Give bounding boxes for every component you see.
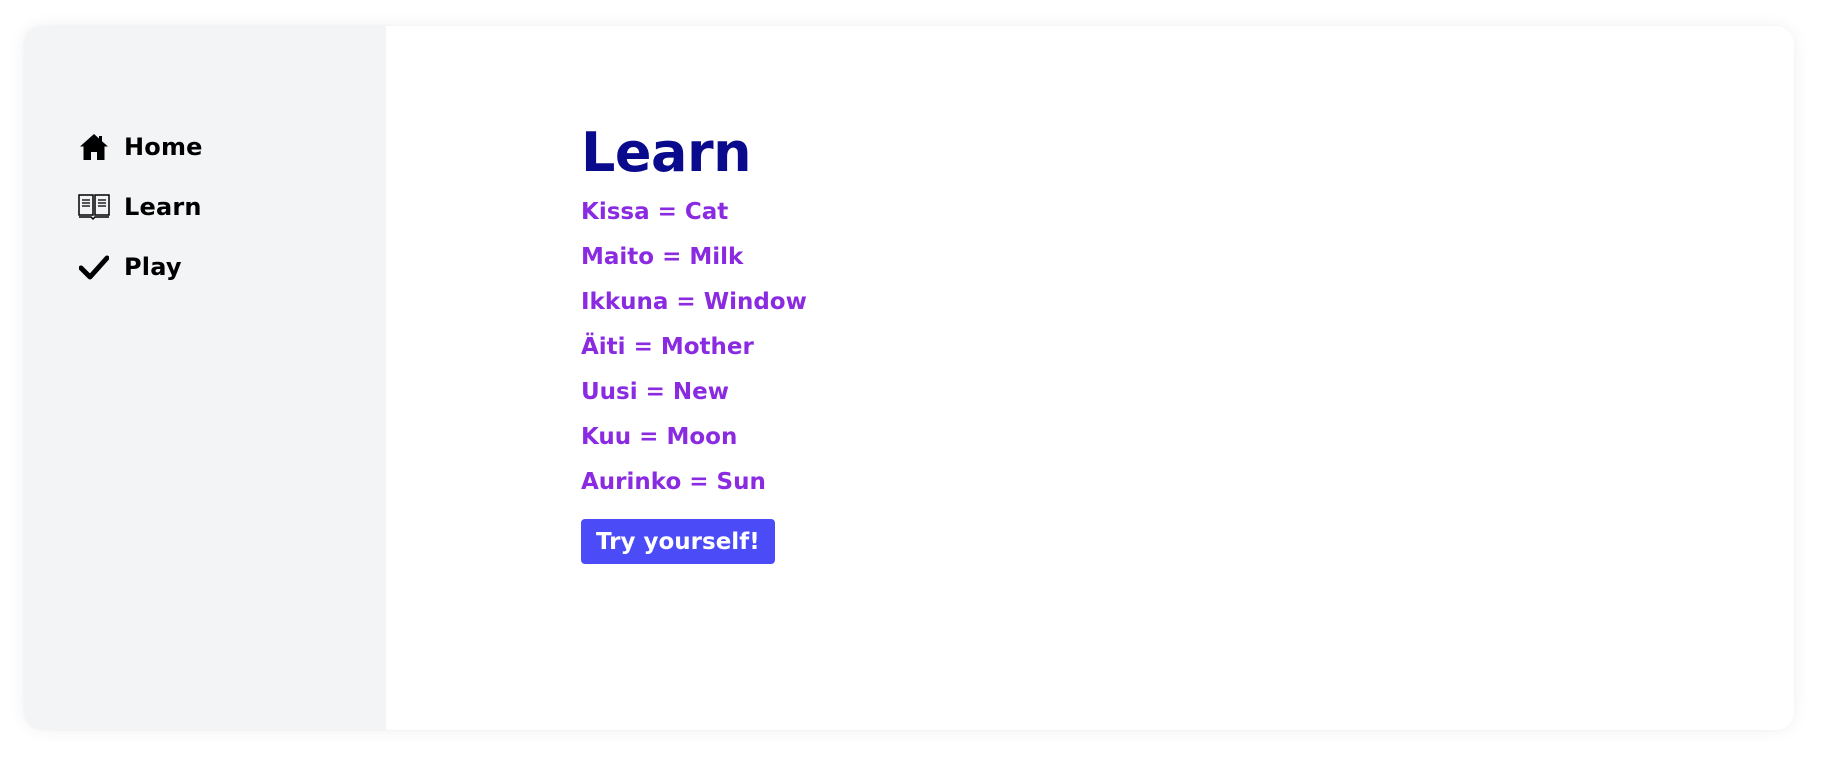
sidebar: Home Learn Play <box>24 26 386 730</box>
sidebar-item-learn[interactable]: Learn <box>78 186 386 228</box>
sidebar-item-home[interactable]: Home <box>78 126 386 168</box>
sidebar-item-play[interactable]: Play <box>78 246 386 288</box>
word-pair: Kissa = Cat <box>581 199 729 225</box>
book-icon <box>78 191 110 223</box>
word-pair: Aurinko = Sun <box>581 469 766 495</box>
word-pair: Maito = Milk <box>581 244 744 270</box>
sidebar-item-label: Home <box>124 133 203 161</box>
try-yourself-button[interactable]: Try yourself! <box>581 519 775 564</box>
home-icon <box>78 131 110 163</box>
sidebar-item-label: Learn <box>124 193 202 221</box>
word-list: Kissa = Cat Maito = Milk Ikkuna = Window… <box>581 190 807 505</box>
word-pair: Ikkuna = Window <box>581 289 807 315</box>
page-title: Learn <box>581 121 752 184</box>
learn-section: Learn Kissa = Cat Maito = Milk Ikkuna = … <box>581 118 807 564</box>
app-window: Home Learn Play Learn Kissa = Cat Maito … <box>24 26 1794 730</box>
word-pair: Äiti = Mother <box>581 334 754 360</box>
checkmark-icon <box>78 251 110 283</box>
word-pair: Uusi = New <box>581 379 730 405</box>
sidebar-item-label: Play <box>124 253 182 281</box>
main-content: Learn Kissa = Cat Maito = Milk Ikkuna = … <box>386 26 1794 730</box>
word-pair: Kuu = Moon <box>581 424 738 450</box>
